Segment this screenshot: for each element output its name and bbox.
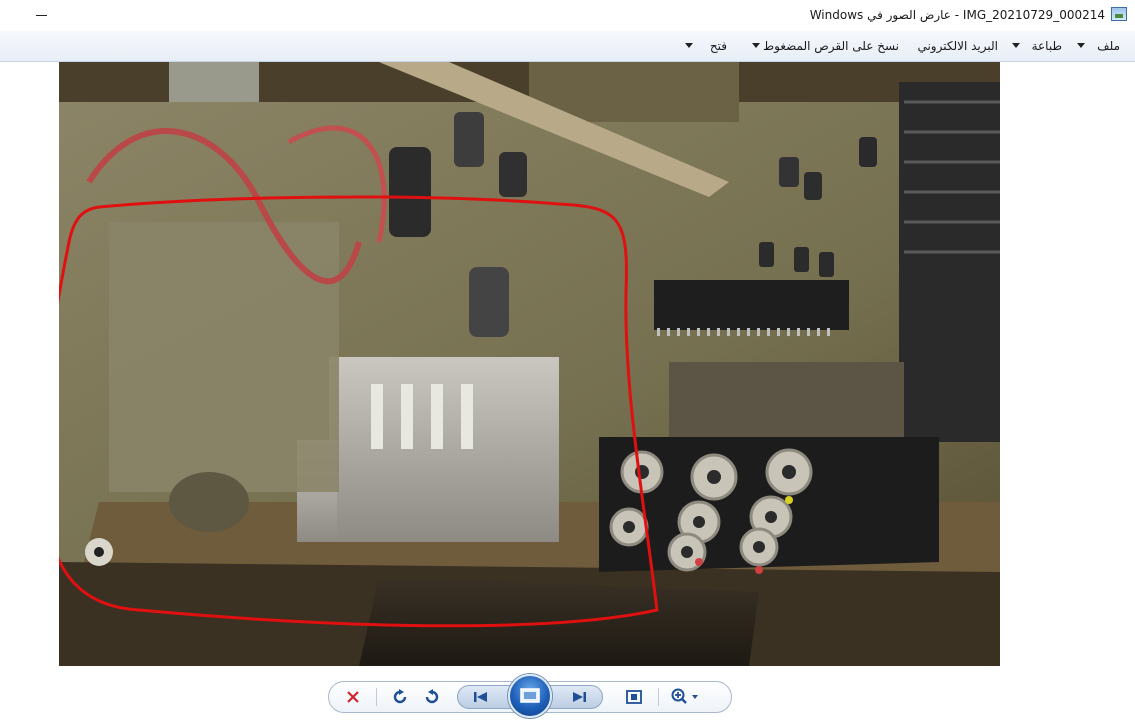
menu-burn[interactable]: نسخ على القرص المضغوط [763, 39, 899, 53]
circuit-board-photo [59, 62, 1000, 666]
delete-icon [347, 691, 359, 703]
menu-email[interactable]: البريد الالكتروني [917, 39, 998, 53]
actual-size-button[interactable] [621, 684, 647, 710]
zoom-button[interactable] [668, 684, 704, 710]
next-icon [573, 692, 586, 702]
displayed-photo [59, 62, 1000, 666]
rotate-clockwise-icon [393, 689, 407, 704]
zoom-icon [671, 688, 698, 704]
chevron-down-icon[interactable] [685, 43, 693, 48]
rotate-counterclockwise-icon [425, 689, 439, 704]
chevron-down-icon[interactable] [1012, 43, 1020, 48]
window-title: IMG_20210729_000214 - عارض الصور في Wind… [809, 8, 1105, 22]
previous-icon [474, 692, 487, 702]
image-viewport[interactable] [0, 62, 1135, 666]
slideshow-icon [520, 688, 540, 703]
delete-button[interactable] [340, 684, 366, 710]
rotate-counterclockwise-button[interactable] [419, 684, 445, 710]
menu-open[interactable]: فتح [710, 39, 727, 53]
menu-print[interactable]: طباعة [1032, 39, 1062, 53]
rotate-clockwise-button[interactable] [387, 684, 413, 710]
menu-file[interactable]: ملف [1097, 39, 1120, 53]
photo-viewer-icon [1111, 7, 1127, 21]
divider [658, 688, 659, 706]
menu-bar: ملف طباعة البريد الالكتروني نسخ على القر… [0, 31, 1135, 62]
previous-button[interactable] [468, 684, 494, 710]
divider [376, 688, 377, 706]
next-button[interactable] [566, 684, 592, 710]
slideshow-button[interactable] [508, 674, 552, 718]
title-bar: IMG_20210729_000214 - عارض الصور في Wind… [0, 0, 1135, 32]
chevron-down-icon[interactable] [752, 43, 760, 48]
bottom-toolbar [0, 666, 1135, 724]
actual-size-icon [626, 690, 642, 704]
chevron-down-icon[interactable] [1077, 43, 1085, 48]
minimize-button[interactable] [36, 6, 48, 20]
